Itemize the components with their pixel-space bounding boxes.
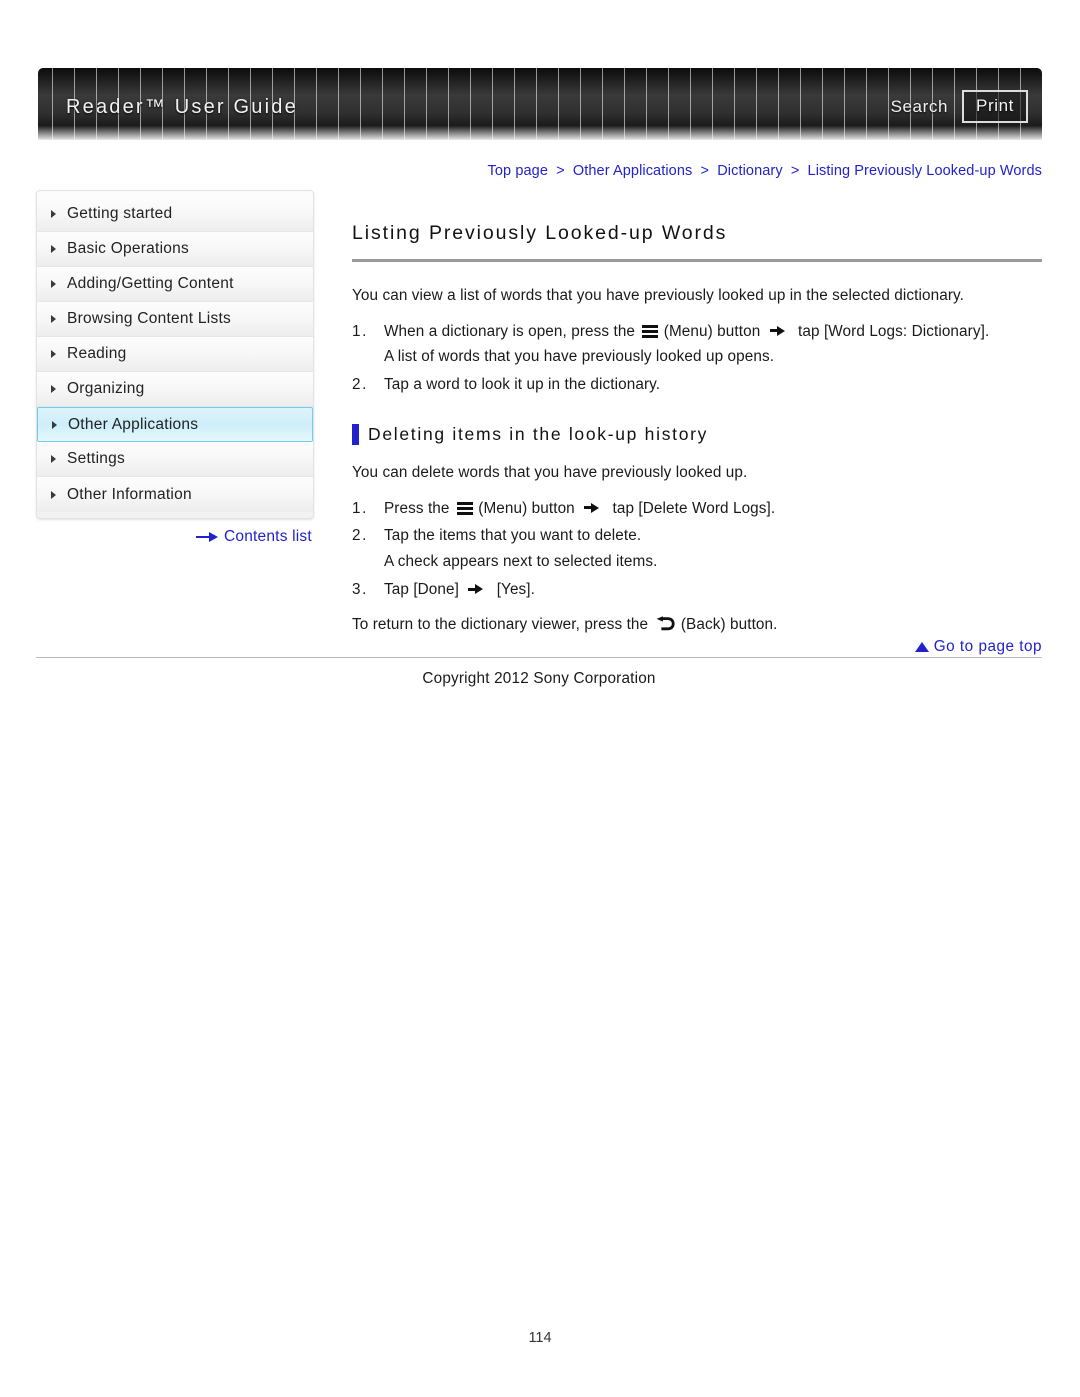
sidebar-item-other-information[interactable]: Other Information [37, 477, 313, 512]
sidebar-item-label: Settings [67, 450, 126, 467]
step-substep: A list of words that you have previously… [384, 348, 775, 366]
closing-paragraph: To return to the dictionary viewer, pres… [352, 613, 1042, 637]
subsection-intro-paragraph: You can delete words that you have previ… [352, 464, 748, 481]
menu-icon [642, 324, 659, 338]
step-number: 2. [352, 376, 368, 394]
sidebar-item-browsing-content-lists[interactable]: Browsing Content Lists [37, 302, 313, 337]
contents-list-label: Contents list [224, 528, 312, 545]
list-item: 2. Tap the items that you want to delete… [352, 524, 1042, 575]
sidebar-item-label: Other Applications [68, 415, 199, 433]
chevron-right-icon [51, 385, 56, 393]
breadcrumb-separator: > [700, 163, 710, 179]
step-number: 1. [352, 322, 368, 340]
step-body: Press the (Menu) button tap [Delete Word… [384, 497, 1042, 522]
step-text-before-icon: Press the [384, 499, 450, 517]
sidebar-item-reading[interactable]: Reading [37, 337, 313, 372]
site-header: Reader™ User Guide Search Print [38, 68, 1042, 140]
breadcrumb-separator: > [556, 163, 565, 179]
sidebar-item-label: Organizing [67, 380, 145, 397]
search-link[interactable]: Search [891, 97, 948, 117]
contents-list-link[interactable]: Contents list [196, 528, 312, 546]
list-item: 1. Press the (Menu) button tap [Delete W… [352, 497, 1042, 522]
breadcrumb-item-top-page[interactable]: Top page [488, 163, 548, 179]
steps-list-secondary: 1. Press the (Menu) button tap [Delete W… [352, 497, 1042, 603]
closing-text-before-icon: To return to the dictionary viewer, pres… [352, 615, 649, 633]
triangle-up-icon [914, 642, 929, 652]
step-number: 2. [352, 527, 368, 545]
sidebar-navigation: Getting started Basic Operations Adding/… [36, 190, 314, 519]
step-text-before-icon: Tap [Done] [384, 581, 459, 598]
page-number: 114 [528, 1330, 552, 1346]
subsection-heading: Deleting items in the look-up history [352, 424, 1042, 445]
list-item: 2. Tap a word to look it up in the dicti… [352, 373, 1042, 398]
step-text-after-arrow: tap [Delete Word Logs]. [612, 499, 776, 517]
step-body: Tap [Done] [Yes]. [384, 578, 1042, 603]
chevron-right-icon [51, 210, 56, 218]
list-item: 1. When a dictionary is open, press the … [352, 320, 1042, 371]
breadcrumb-item-other-applications[interactable]: Other Applications [573, 163, 692, 179]
accent-bar [352, 424, 359, 445]
step-body: Tap the items that you want to delete. A… [384, 524, 1042, 575]
step-text-after-arrow: tap [Word Logs: Dictionary]. [798, 322, 990, 340]
menu-icon [456, 501, 473, 515]
breadcrumb-item-dictionary[interactable]: Dictionary [717, 163, 782, 179]
breadcrumb-separator: > [790, 163, 800, 179]
page-title: Listing Previously Looked-up Words [352, 222, 1042, 262]
intro-paragraph: You can view a list of words that you ha… [352, 287, 964, 304]
step-substep: A check appears next to selected items. [384, 553, 658, 571]
breadcrumb-item-current[interactable]: Listing Previously Looked-up Words [808, 163, 1042, 179]
step-text-after-arrow: [Yes]. [496, 581, 536, 598]
sidebar-item-basic-operations[interactable]: Basic Operations [37, 232, 313, 267]
chevron-right-icon [51, 280, 56, 288]
header-actions: Search Print [891, 90, 1028, 123]
step-body: Tap a word to look it up in the dictiona… [384, 373, 1042, 398]
sidebar-item-label: Browsing Content Lists [67, 310, 232, 327]
arrow-right-icon [468, 584, 488, 594]
arrow-right-icon [584, 502, 604, 513]
sidebar-item-label: Other Information [67, 485, 192, 503]
sidebar-item-settings[interactable]: Settings [37, 442, 313, 477]
sidebar-item-other-applications[interactable]: Other Applications [37, 407, 313, 442]
closing-text-after-icon: (Back) button. [680, 615, 778, 633]
step-number: 1. [352, 499, 368, 517]
chevron-right-icon [51, 490, 56, 499]
sidebar-item-getting-started[interactable]: Getting started [37, 197, 313, 232]
list-item: 3. Tap [Done] [Yes]. [352, 578, 1042, 603]
step-text-before-icon: Tap the items that you want to delete. [384, 527, 642, 545]
chevron-right-icon [51, 245, 56, 253]
subsection-heading-label: Deleting items in the look-up history [368, 424, 709, 444]
go-to-page-top-label: Go to page top [933, 638, 1042, 655]
step-text-before-icon: When a dictionary is open, press the [384, 322, 636, 340]
footer-divider [36, 657, 1042, 658]
copyright-text: Copyright 2012 Sony Corporation [422, 670, 656, 687]
step-text-after-icon: (Menu) button [663, 322, 761, 340]
breadcrumb: Top page > Other Applications > Dictiona… [488, 163, 1042, 179]
chevron-right-icon [51, 315, 56, 323]
sidebar-item-label: Adding/Getting Content [67, 275, 234, 292]
sidebar-item-label: Reading [67, 345, 127, 362]
arrow-right-icon [196, 532, 218, 542]
step-text-before-icon: Tap a word to look it up in the dictiona… [384, 376, 661, 394]
chevron-right-icon [51, 455, 56, 463]
step-text-after-icon: (Menu) button [478, 499, 575, 517]
chevron-right-icon [52, 420, 57, 429]
sidebar-item-organizing[interactable]: Organizing [37, 372, 313, 407]
steps-list-primary: 1. When a dictionary is open, press the … [352, 320, 1042, 398]
step-body: When a dictionary is open, press the (Me… [384, 320, 1042, 371]
sidebar-item-label: Getting started [67, 205, 173, 222]
step-number: 3. [352, 581, 368, 598]
main-content: Listing Previously Looked-up Words You c… [352, 222, 1042, 648]
site-title: Reader™ User Guide [66, 96, 298, 118]
go-to-page-top-link[interactable]: Go to page top [914, 638, 1042, 656]
print-button[interactable]: Print [962, 90, 1028, 123]
sidebar-item-adding-getting-content[interactable]: Adding/Getting Content [37, 267, 313, 302]
chevron-right-icon [51, 350, 56, 358]
sidebar-item-label: Basic Operations [67, 240, 190, 257]
arrow-right-icon [769, 325, 790, 336]
back-arrow-icon [656, 615, 675, 632]
